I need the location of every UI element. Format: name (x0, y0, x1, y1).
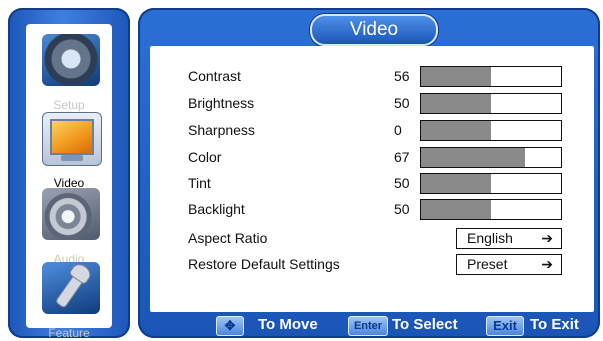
wrench-icon (42, 262, 100, 314)
sidebar-menu: Setup Video Audio Feature (26, 24, 112, 340)
sidebar-item-label: Feature (48, 326, 90, 340)
setting-label: Sharpness (188, 122, 255, 138)
sidebar-item-video[interactable]: Video (26, 102, 112, 190)
gear-icon (42, 34, 100, 86)
move-key-icon: ✥ (216, 316, 244, 336)
setting-label: Contrast (188, 68, 241, 84)
slider-fill (421, 94, 491, 113)
setting-row-backlight[interactable]: Backlight 50 (150, 199, 594, 223)
select-hint: To Select (392, 316, 458, 333)
sidebar: Setup Video Audio Feature (8, 8, 130, 340)
slider-fill (421, 148, 525, 167)
settings-panel: Video Contrast 56 Brightness 50 Sharpnes… (138, 8, 600, 338)
monitor-icon (42, 112, 102, 166)
sidebar-item-feature[interactable]: Feature (26, 252, 112, 340)
setting-label: Color (188, 149, 222, 165)
arrow-right-icon: ➔ (541, 230, 553, 246)
setting-value: 67 (394, 149, 410, 165)
setting-label: Aspect Ratio (188, 230, 268, 246)
setting-value: 50 (394, 175, 410, 191)
sharpness-slider[interactable] (420, 120, 562, 141)
setting-label: Restore Default Settings (188, 256, 340, 272)
setting-row-contrast[interactable]: Contrast 56 (150, 66, 594, 90)
option-value: English (467, 230, 513, 246)
arrow-right-icon: ➔ (541, 256, 553, 272)
aspect-ratio-selector[interactable]: English ➔ (456, 228, 562, 249)
setting-row-tint[interactable]: Tint 50 (150, 173, 594, 197)
setting-value: 0 (394, 122, 402, 138)
exit-hint: To Exit (530, 316, 579, 333)
setting-row-aspect-ratio[interactable]: Aspect Ratio English ➔ (150, 228, 594, 252)
move-hint: To Move (258, 316, 318, 333)
panel-title: Video (310, 14, 438, 46)
setting-label: Brightness (188, 95, 255, 111)
setting-row-brightness[interactable]: Brightness 50 (150, 93, 594, 117)
option-value: Preset (467, 256, 508, 272)
brightness-slider[interactable] (420, 93, 562, 114)
slider-fill (421, 174, 491, 193)
color-slider[interactable] (420, 147, 562, 168)
backlight-slider[interactable] (420, 199, 562, 220)
sidebar-item-audio[interactable]: Audio (26, 178, 112, 266)
setting-label: Backlight (188, 201, 245, 217)
exit-key-icon: Exit (486, 316, 524, 336)
footer-hints: ✥ To Move Enter To Select Exit To Exit (206, 314, 600, 338)
setting-value: 50 (394, 201, 410, 217)
setting-value: 50 (394, 95, 410, 111)
settings-list: Contrast 56 Brightness 50 Sharpness 0 Co… (150, 46, 594, 312)
slider-fill (421, 121, 491, 140)
slider-fill (421, 67, 491, 86)
setting-row-color[interactable]: Color 67 (150, 147, 594, 171)
contrast-slider[interactable] (420, 66, 562, 87)
sidebar-item-setup[interactable]: Setup (26, 24, 112, 112)
speaker-icon (42, 188, 100, 240)
restore-default-selector[interactable]: Preset ➔ (456, 254, 562, 275)
setting-row-restore-default[interactable]: Restore Default Settings Preset ➔ (150, 254, 594, 278)
enter-key-icon: Enter (348, 316, 388, 336)
tint-slider[interactable] (420, 173, 562, 194)
slider-fill (421, 200, 491, 219)
setting-label: Tint (188, 175, 211, 191)
setting-value: 56 (394, 68, 410, 84)
setting-row-sharpness[interactable]: Sharpness 0 (150, 120, 594, 144)
